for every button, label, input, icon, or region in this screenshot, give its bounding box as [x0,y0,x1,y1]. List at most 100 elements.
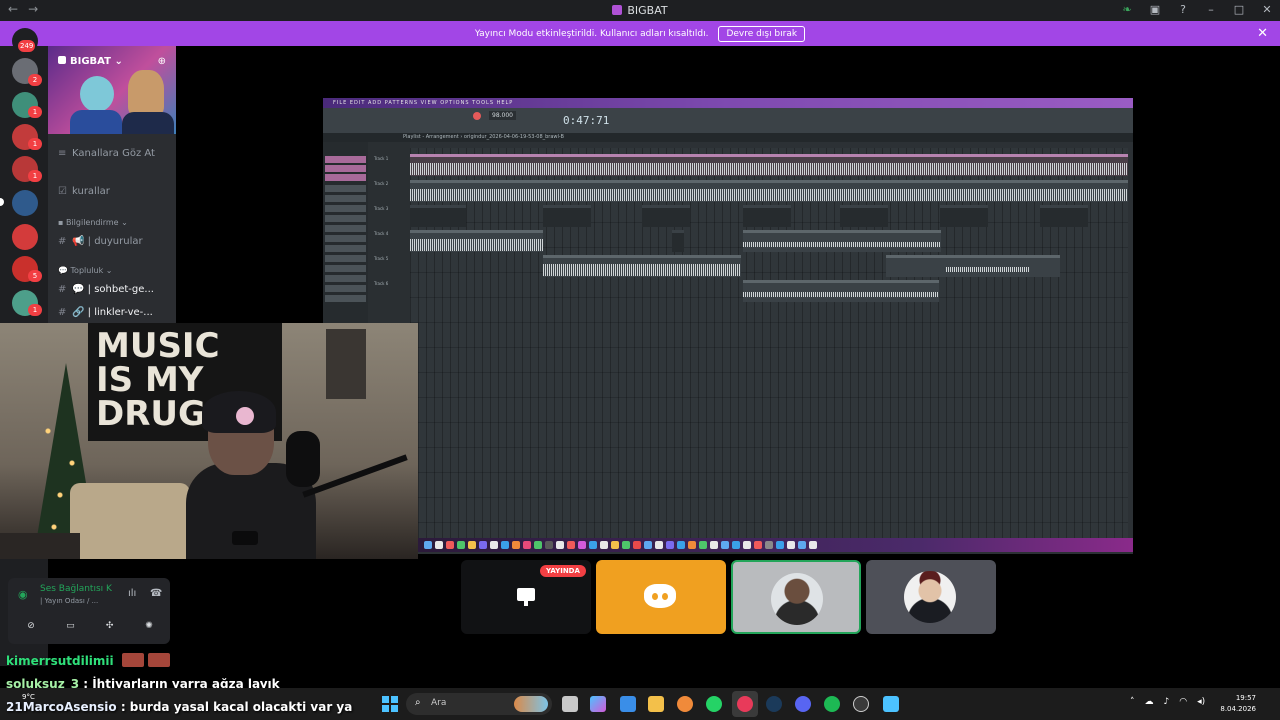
wifi-icon[interactable]: ◠ [1179,697,1187,707]
pattern-clip[interactable] [840,205,888,227]
pattern-clip[interactable] [940,205,988,227]
browser-item[interactable] [325,174,366,181]
track-label[interactable]: Track 2 [374,181,388,186]
browser-item[interactable] [325,245,366,252]
dock-app-icon[interactable] [545,541,553,549]
browser-item[interactable] [325,275,366,282]
audio-clip[interactable] [543,255,741,277]
dock-app-icon[interactable] [611,541,619,549]
dock-app-icon[interactable] [523,541,531,549]
dock-app-icon[interactable] [809,541,817,549]
participant-tile[interactable] [866,560,996,634]
start-menu-icon[interactable] [382,696,398,712]
dock-app-icon[interactable] [512,541,520,549]
minimize-icon[interactable]: – [1204,3,1218,16]
channel-links[interactable]: # 🔗 | linkler-ve-... [58,307,153,318]
server-name-header[interactable]: BIGBAT ⌄ [58,56,123,67]
notepad-icon[interactable] [883,696,899,712]
store-icon[interactable] [620,696,636,712]
browser-item[interactable] [325,285,366,292]
soundboard-icon[interactable]: ✺ [134,616,164,636]
browser-item[interactable] [325,295,366,302]
dock-app-icon[interactable] [534,541,542,549]
dock-app-icon[interactable] [622,541,630,549]
audio-clip[interactable] [410,180,1128,202]
track-label[interactable]: Track 4 [374,231,388,236]
dock-app-icon[interactable] [424,541,432,549]
record-icon[interactable] [473,112,481,120]
dock-app-icon[interactable] [721,541,729,549]
dock-app-icon[interactable] [446,541,454,549]
camera-off-icon[interactable]: ⊘ [16,616,46,636]
obs-icon[interactable] [853,696,869,712]
dock-app-icon[interactable] [787,541,795,549]
disable-streamer-mode-button[interactable]: Devre dışı bırak [718,25,806,42]
pattern-clip[interactable] [410,205,466,227]
maximize-icon[interactable]: □ [1232,3,1246,16]
dock-app-icon[interactable] [633,541,641,549]
dock-app-icon[interactable] [589,541,597,549]
dock-app-icon[interactable] [468,541,476,549]
chevron-up-icon[interactable]: ˄ [1130,697,1135,707]
disconnect-icon[interactable]: ☎ [150,588,162,599]
copilot-icon[interactable] [590,696,606,712]
browser-item[interactable] [325,156,366,163]
discord-icon[interactable] [795,696,811,712]
dock-app-icon[interactable] [655,541,663,549]
dock-app-icon[interactable] [600,541,608,549]
browser-item[interactable] [325,195,366,202]
steam-icon[interactable] [766,696,782,712]
browser-item[interactable] [325,215,366,222]
dock-app-icon[interactable] [644,541,652,549]
file-explorer-icon[interactable] [648,696,664,712]
dock-app-icon[interactable] [776,541,784,549]
pattern-clip[interactable] [743,205,791,227]
dock-app-icon[interactable] [457,541,465,549]
pattern-clip[interactable] [1040,205,1088,227]
channel-announcements[interactable]: # 📢 | duyurular [58,236,143,247]
microphone-icon[interactable]: ♪ [1164,697,1170,707]
dock-app-icon[interactable] [567,541,575,549]
spotify-icon[interactable] [824,696,840,712]
task-view-icon[interactable] [562,696,578,712]
dock-app-icon[interactable] [479,541,487,549]
dock-app-icon[interactable] [578,541,586,549]
voice-channel[interactable]: | Yayın Odası / ... [40,597,98,605]
server-icon-5[interactable] [12,190,38,216]
noise-suppression-icon[interactable]: ılı [128,588,136,599]
dock-app-icon[interactable] [710,541,718,549]
activities-icon[interactable]: ✣ [95,616,125,636]
dock-app-icon[interactable] [743,541,751,549]
voice-status[interactable]: Ses Bağlantısı K [40,584,112,594]
server-icon-6[interactable] [12,224,38,250]
dock-app-icon[interactable] [490,541,498,549]
close-notice-icon[interactable]: ✕ [1257,26,1268,41]
browser-item[interactable] [325,265,366,272]
track-label[interactable]: Track 3 [374,206,388,211]
audio-clip[interactable] [410,230,543,252]
inbox-icon[interactable]: ▣ [1148,3,1162,16]
dock-app-icon[interactable] [754,541,762,549]
audio-clip[interactable] [886,255,1060,277]
dock-app-icon[interactable] [798,541,806,549]
whatsapp-icon[interactable] [706,696,722,712]
pattern-clip[interactable] [543,205,591,227]
participant-tile-discord[interactable] [596,560,726,634]
track-label[interactable]: Track 5 [374,256,388,261]
browser-item[interactable] [325,165,366,172]
nitro-leaf-icon[interactable]: ❧ [1120,3,1134,16]
volume-icon[interactable]: ◂) [1197,697,1205,707]
category-community[interactable]: 💬 Topluluk ⌄ [58,266,112,275]
playlist-grid[interactable] [410,148,1128,538]
channel-chat[interactable]: # 💬 | sohbet-ge... [58,284,154,295]
screen-share-stream[interactable]: FILE EDIT ADD PATTERNS VIEW OPTIONS TOOL… [323,98,1133,554]
help-icon[interactable]: ? [1176,3,1190,16]
dock-app-icon[interactable] [688,541,696,549]
browser-item[interactable] [325,225,366,232]
browser-item[interactable] [325,255,366,262]
category-info[interactable]: ▪ Bilgilendirme ⌄ [58,218,128,227]
invite-people-icon[interactable]: ⊕ [158,56,166,67]
audio-clip[interactable] [672,230,684,252]
audio-clip[interactable] [410,154,1128,176]
taskbar-clock[interactable]: 19:57 8.04.2026 [1220,693,1256,715]
